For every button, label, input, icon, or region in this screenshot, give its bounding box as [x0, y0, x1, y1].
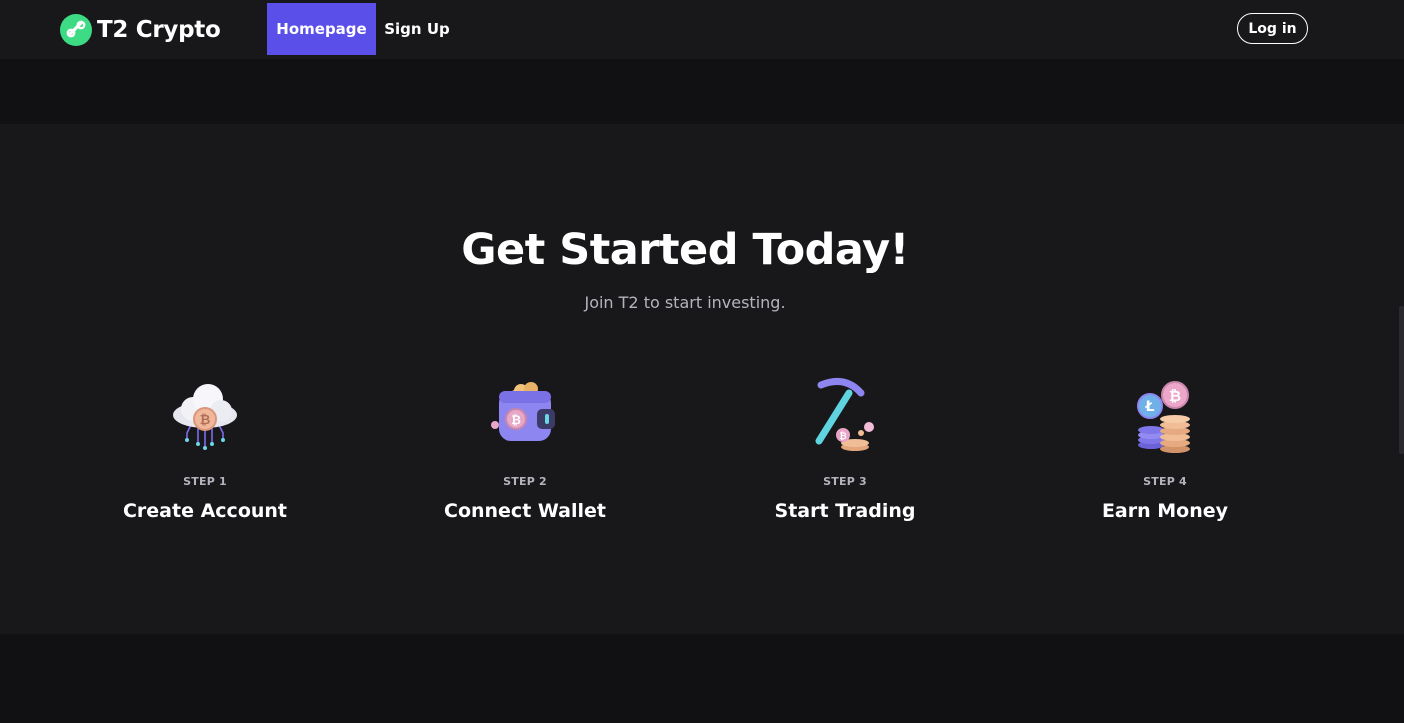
brand-link[interactable]: T2 Crypto: [60, 13, 221, 46]
svg-text:₿: ₿: [200, 413, 211, 428]
pickaxe-coins-icon: ₿: [815, 377, 874, 451]
svg-text:₿: ₿: [1169, 387, 1181, 405]
step-card-start-trading: ₿ STEP 3 Start Trading: [715, 373, 975, 523]
page-title: Get Started Today!: [461, 225, 909, 275]
svg-text:₿: ₿: [511, 413, 521, 427]
step-title: Earn Money: [1101, 500, 1229, 522]
page-subtitle: Join T2 to start investing.: [584, 293, 786, 312]
step-card-earn-money: Ł ₿ STEP 4 Earn Money: [1035, 373, 1295, 523]
step-label: STEP 3: [823, 475, 867, 488]
step-title: Start Trading: [774, 500, 916, 522]
nav-link-sign-up[interactable]: Sign Up: [378, 3, 456, 55]
step-title: Create Account: [122, 500, 288, 522]
svg-text:₿: ₿: [839, 431, 846, 442]
scrollbar-thumb[interactable]: [1399, 306, 1404, 454]
step-label: STEP 2: [503, 475, 547, 488]
step-label: STEP 1: [183, 475, 227, 488]
brand-logo-icon: [60, 13, 92, 46]
login-button[interactable]: Log in: [1237, 13, 1308, 44]
top-navbar: T2 Crypto Homepage Sign Up Log in: [0, 0, 1404, 59]
svg-text:Ł: Ł: [1145, 399, 1155, 415]
step-card-connect-wallet: ₿ STEP 2 Connect Wallet: [395, 373, 655, 523]
step-card-create-account: ₿ STEP 1 Create Account: [75, 373, 335, 523]
cloud-bitcoin-icon: ₿: [173, 384, 237, 450]
nav-link-homepage[interactable]: Homepage: [267, 3, 376, 55]
step-label: STEP 4: [1143, 475, 1187, 488]
brand-name: T2 Crypto: [97, 16, 221, 43]
wallet-icon: ₿: [491, 382, 555, 441]
step-title: Connect Wallet: [444, 500, 606, 522]
coin-stack-icon: Ł ₿: [1137, 381, 1190, 453]
